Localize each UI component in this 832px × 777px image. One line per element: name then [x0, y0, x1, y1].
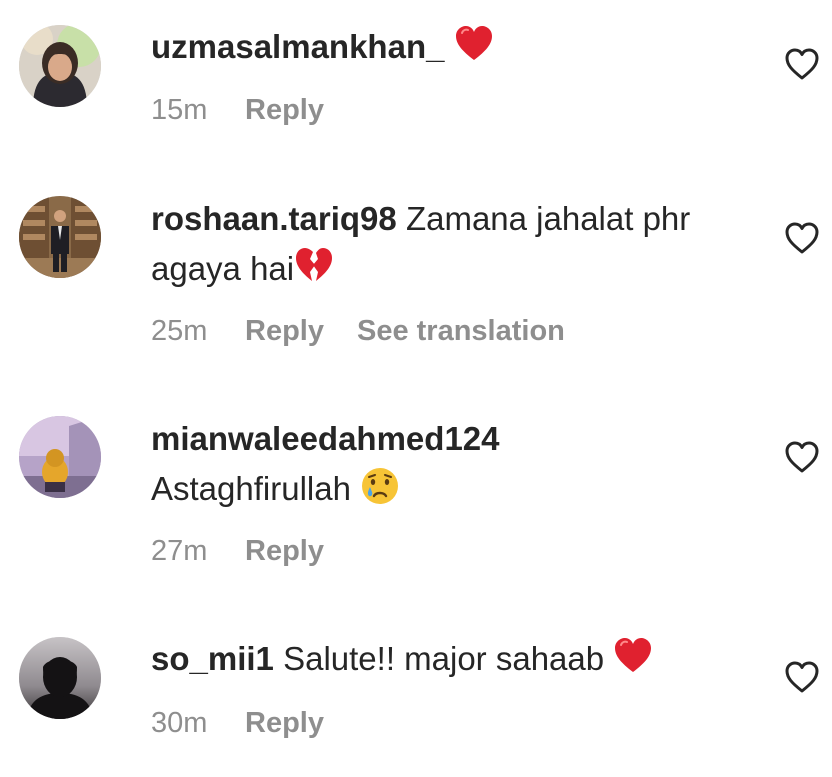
avatar[interactable]: [19, 196, 101, 278]
like-button[interactable]: [784, 221, 820, 255]
comment-text: so_mii1 Salute!! major sahaab: [151, 634, 761, 684]
like-button[interactable]: [784, 47, 820, 81]
comment-body: Astaghfirullah: [151, 470, 351, 507]
comment-meta: 15m Reply: [151, 90, 357, 130]
crying-face-icon: [362, 468, 399, 504]
reply-button[interactable]: Reply: [245, 94, 324, 126]
comment-time: 25m: [151, 315, 208, 347]
heart-outline-icon: [785, 48, 819, 80]
comment-text: roshaan.tariq98 Zamana jahalat phr agaya…: [151, 194, 761, 294]
comment-body: Salute!! major sahaab: [283, 640, 605, 677]
heart-outline-icon: [785, 661, 819, 693]
comment-time: 15m: [151, 94, 208, 126]
see-translation-button[interactable]: See translation: [357, 315, 565, 347]
comment-meta: 25m Reply See translation: [151, 311, 598, 351]
avatar[interactable]: [19, 637, 101, 719]
comment-username[interactable]: so_mii1: [151, 640, 274, 677]
heart-outline-icon: [785, 441, 819, 473]
avatar[interactable]: [19, 416, 101, 498]
comment-text: uzmasalmankhan_: [151, 22, 761, 72]
reply-button[interactable]: Reply: [245, 315, 324, 347]
avatar[interactable]: [19, 25, 101, 107]
comment-time: 30m: [151, 707, 208, 739]
heart-outline-icon: [785, 222, 819, 254]
comment-username[interactable]: uzmasalmankhan_: [151, 28, 444, 65]
broken-heart-icon: [296, 248, 333, 281]
reply-button[interactable]: Reply: [245, 707, 324, 739]
red-heart-icon: [455, 26, 492, 60]
red-heart-icon: [615, 638, 652, 672]
like-button[interactable]: [784, 660, 820, 694]
comment-username[interactable]: roshaan.tariq98: [151, 200, 397, 237]
comment-meta: 27m Reply: [151, 531, 357, 571]
comment-username[interactable]: mianwaleedahmed124: [151, 420, 500, 457]
like-button[interactable]: [784, 440, 820, 474]
comment-text: mianwaleedahmed124 Astaghfirullah: [151, 414, 761, 514]
comment-time: 27m: [151, 535, 208, 567]
reply-button[interactable]: Reply: [245, 535, 324, 567]
comment-meta: 30m Reply: [151, 703, 357, 743]
